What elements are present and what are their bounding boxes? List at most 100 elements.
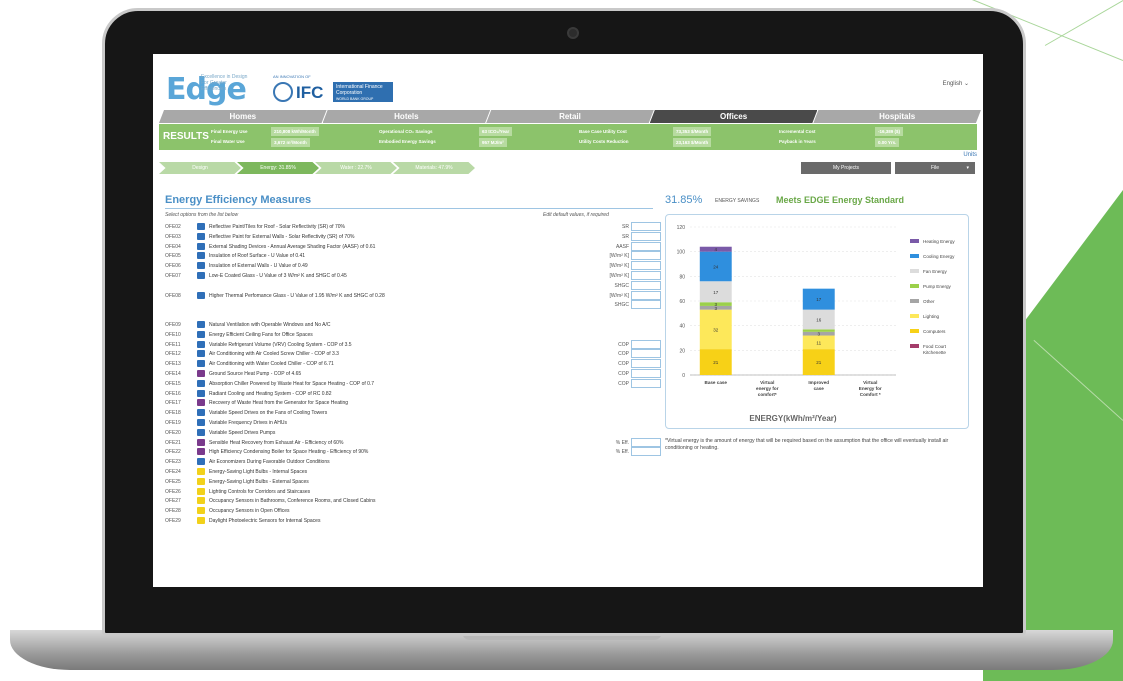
measure-label: Variable Speed Drives Pumps [209,429,276,436]
measure-label: Low-E Coated Glass - U Value of 3 W/m² K… [209,272,347,279]
measure-unit: SR [622,224,629,230]
legend-label: Heating Energy [923,239,955,244]
language-select[interactable]: English ⌄ [943,80,969,87]
measure-checkbox[interactable] [197,516,205,524]
tab-retail[interactable]: Retail [486,110,654,123]
measure-value-input[interactable] [631,359,661,369]
measure-checkbox[interactable] [197,262,205,270]
measure-unit: [W/m² K] [609,253,629,260]
measure-checkbox[interactable] [197,291,205,299]
measure-checkbox[interactable] [197,232,205,240]
bar-value-label: 11 [816,340,821,345]
legend-swatch [910,239,919,243]
measure-unit: [W/m² K] [609,263,629,270]
measure-code: OFE04 [165,243,181,250]
measure-checkbox[interactable] [197,418,205,426]
measure-unit: COP [618,361,629,368]
measure-checkbox[interactable] [197,497,205,505]
measure-value-input[interactable] [631,290,661,300]
x-tick-label: energy for [756,386,779,391]
measure-code: OFE25 [165,478,181,485]
savings-percent: 31.85% [665,194,703,206]
logo-tagline: Excellence in Design For Greater Efficie… [201,74,248,92]
tab-hospitals[interactable]: Hospitals [813,110,981,123]
step-water[interactable]: Water : 22.7% [315,162,397,174]
savings-label: ENERGY SAVINGS [715,198,760,204]
measure-checkbox[interactable] [197,320,205,328]
measure-checkbox[interactable] [197,389,205,397]
measure-checkbox[interactable] [197,223,205,230]
measure-value-input[interactable] [631,241,661,251]
measure-value-input[interactable] [631,231,661,241]
virtual-energy-note: *Virtual energy is the amount of energy … [665,438,949,451]
app-header: Edge Excellence in Design For Greater Ef… [153,54,983,108]
measure-checkbox[interactable] [197,330,205,338]
measures-title: Energy Efficiency Measures [165,194,312,206]
measure-checkbox[interactable] [197,458,205,466]
measure-value-input[interactable] [631,270,661,280]
measure-value-input[interactable] [631,378,661,388]
step-design[interactable]: Design [159,162,241,174]
measure-value-input[interactable] [631,261,661,271]
tab-offices[interactable]: Offices [649,110,818,123]
measure-value-input[interactable] [631,280,661,290]
measure-checkbox[interactable] [197,252,205,260]
measure-checkbox[interactable] [197,477,205,485]
measure-value-input[interactable] [631,300,661,310]
measure-checkbox[interactable] [197,399,205,407]
measure-checkbox[interactable] [197,360,205,368]
y-tick-label: 0 [682,373,685,379]
measure-checkbox[interactable] [197,438,205,446]
measure-code: OFE08 [165,292,181,299]
measure-value-input[interactable] [631,349,661,359]
measure-label: Air Conditioning with Air Cooled Screw C… [209,351,339,358]
measure-checkbox[interactable] [197,369,205,377]
ifc-group-text: WORLD BANK GROUP [336,97,374,101]
energy-chart-panel: 0 20 40 60 80 100 120 21 32 3 3 17 24 4 Base case Virtu… [665,214,969,429]
x-tick-label: case [814,386,825,391]
measure-value-input[interactable] [631,251,661,261]
my-projects-button[interactable]: My Projects [801,162,891,174]
units-link[interactable]: Units [963,152,977,158]
measure-value-input[interactable] [631,222,661,231]
legend-label: Food Court [923,344,947,349]
measure-checkbox[interactable] [197,271,205,279]
measure-row: OFE27 Occupancy Sensors in Bathrooms, Con… [165,496,655,506]
marketing-stage: Edge Excellence in Design For Greater Ef… [0,0,1123,681]
y-tick-label: 20 [679,348,685,354]
measure-label: Absorption Chiller Powered by Waste Heat… [209,380,375,387]
app-screen: Edge Excellence in Design For Greater Ef… [153,54,983,587]
measure-row: OFE23 Air Economizers During Favorable Ou… [165,457,655,467]
step-energy[interactable]: Energy: 31.85% [237,162,319,174]
base-cost-value: 73,353 $/Month [673,127,712,136]
measure-checkbox[interactable] [197,448,205,456]
measure-checkbox[interactable] [197,409,205,417]
measure-value-input[interactable] [631,368,661,378]
measure-value-input[interactable] [631,447,661,457]
measure-code: OFE20 [165,429,181,436]
measure-value-input[interactable] [631,437,661,447]
measure-checkbox[interactable] [197,340,205,348]
measure-checkbox[interactable] [197,242,205,250]
language-value: English [942,81,963,87]
measure-value-input[interactable] [631,339,661,349]
measure-checkbox[interactable] [197,487,205,495]
legend-swatch [910,329,919,333]
globe-icon [273,82,293,102]
energy-chart: 02040608010012021323317244Base case Virtu… [677,225,956,423]
measure-checkbox[interactable] [197,467,205,475]
measure-code: OFE06 [165,263,181,270]
measure-row: OFE17 Recovery of Waste Heat from the Gen… [165,398,655,408]
tab-homes[interactable]: Homes [159,110,327,123]
tab-hotels[interactable]: Hotels [322,110,491,123]
step-materials[interactable]: Materials: 47.9% [393,162,475,174]
final-water-label: Final Water Use [211,139,245,144]
measure-checkbox[interactable] [197,507,205,515]
measure-checkbox[interactable] [197,379,205,387]
measure-checkbox[interactable] [197,428,205,436]
file-menu-button[interactable]: File ▾ [895,162,975,174]
measure-label: Ground Source Heat Pump - COP of 4.65 [209,370,302,377]
measure-row: OFE20 Variable Speed Drives Pumps [165,428,655,438]
bar-value-label: 32 [713,327,719,332]
measure-checkbox[interactable] [197,350,205,358]
